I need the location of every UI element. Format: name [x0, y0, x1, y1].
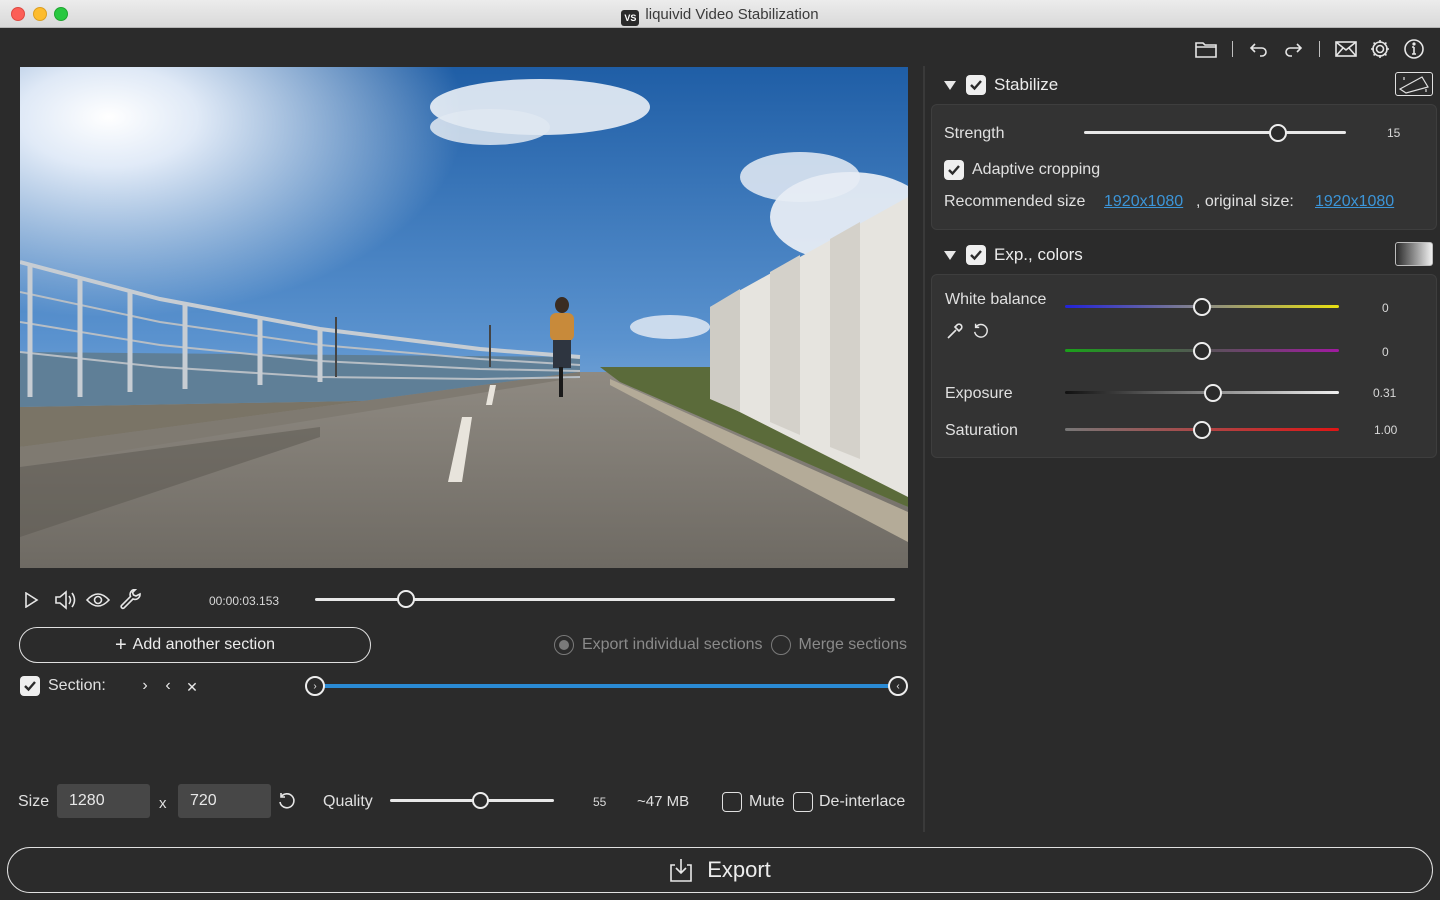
deinterlace-label: De-interlace: [819, 793, 906, 810]
undo-icon[interactable]: [1247, 37, 1271, 61]
section-checkbox[interactable]: [20, 676, 40, 696]
export-mode-group: Export individual sections Merge section…: [553, 635, 908, 655]
merge-sections-radio[interactable]: [770, 635, 791, 655]
original-size-link[interactable]: 1920x1080: [1315, 193, 1394, 211]
section-start-handle[interactable]: ›: [305, 676, 325, 696]
quality-label: Quality: [323, 793, 373, 810]
saturation-value: 1.00: [1374, 423, 1398, 437]
video-preview[interactable]: [20, 67, 908, 568]
exposure-value: 0.31: [1373, 386, 1397, 400]
recommended-size-label: Recommended size: [944, 193, 1086, 210]
eye-icon[interactable]: [86, 588, 110, 612]
reset-size-icon[interactable]: [277, 791, 299, 813]
width-input[interactable]: [57, 784, 150, 818]
info-icon[interactable]: [1402, 37, 1426, 61]
wb-blue-yellow-value: 0: [1382, 301, 1389, 315]
colors-header[interactable]: Exp., colors: [944, 245, 1083, 265]
add-section-label: Add another section: [132, 636, 275, 653]
saturation-thumb[interactable]: [1193, 421, 1211, 439]
section-label: Section:: [48, 677, 106, 694]
previous-section-icon[interactable]: ‹: [160, 677, 176, 695]
video-frame-image: [20, 67, 908, 568]
merge-sections-label: Merge sections: [798, 636, 908, 653]
white-balance-label: White balance: [945, 291, 1047, 308]
radio-dot: [558, 640, 569, 650]
recommended-size-link[interactable]: 1920x1080: [1104, 193, 1183, 211]
strength-thumb[interactable]: [1268, 124, 1287, 142]
adaptive-cropping-label: Adaptive cropping: [972, 161, 1101, 178]
colors-checkbox[interactable]: [966, 245, 986, 265]
window-title-text: liquivid Video Stabilization: [645, 6, 819, 23]
quality-value: 55: [593, 795, 607, 809]
remove-section-icon[interactable]: ✕: [184, 679, 200, 696]
mail-icon[interactable]: [1334, 37, 1358, 61]
gear-icon[interactable]: [1368, 37, 1392, 61]
play-icon[interactable]: [19, 588, 43, 612]
size-separator: x: [159, 795, 167, 812]
deinterlace-checkbox[interactable]: [793, 792, 813, 812]
export-button[interactable]: Export: [7, 847, 1433, 893]
section-end-handle[interactable]: ‹: [888, 676, 908, 696]
next-section-icon[interactable]: ›: [137, 677, 153, 695]
toolbar-separator: [1319, 41, 1320, 57]
strength-track[interactable]: [1084, 131, 1346, 134]
wrench-icon[interactable]: [119, 588, 143, 612]
height-input[interactable]: [178, 784, 271, 818]
mute-checkbox[interactable]: [722, 792, 742, 812]
saturation-label: Saturation: [945, 422, 1018, 439]
wb-green-magenta-thumb[interactable]: [1193, 342, 1211, 360]
panel-divider[interactable]: [923, 66, 925, 832]
adaptive-cropping-checkbox[interactable]: [944, 160, 964, 180]
toolbar-separator: [1232, 41, 1233, 57]
folder-icon[interactable]: [1194, 37, 1218, 61]
colors-preview-icon[interactable]: [1395, 242, 1433, 266]
section-row: Section:: [20, 676, 106, 696]
colors-title: Exp., colors: [994, 245, 1083, 264]
exposure-label: Exposure: [945, 385, 1013, 402]
timecode: 00:00:03.153: [209, 594, 280, 608]
collapse-triangle-icon[interactable]: [944, 80, 956, 90]
size-label: Size: [18, 793, 50, 810]
stabilize-title: Stabilize: [994, 75, 1059, 94]
quality-thumb[interactable]: [471, 792, 489, 809]
export-individual-radio[interactable]: [553, 635, 574, 655]
stabilize-preview-icon[interactable]: [1395, 72, 1433, 96]
original-size-label: , original size:: [1196, 193, 1294, 210]
plus-icon: +: [114, 634, 127, 656]
eyedropper-icon[interactable]: [946, 322, 964, 345]
reset-white-balance-icon[interactable]: [972, 322, 990, 345]
app-icon: VS: [621, 10, 640, 26]
timeline-thumb[interactable]: [397, 590, 416, 608]
add-section-button[interactable]: + Add another section: [19, 627, 371, 663]
volume-icon[interactable]: [54, 588, 78, 612]
export-individual-label: Export individual sections: [581, 636, 763, 653]
wb-green-magenta-value: 0: [1382, 345, 1389, 359]
export-label: Export: [707, 857, 771, 882]
section-range-track[interactable]: [316, 684, 898, 688]
exposure-thumb[interactable]: [1203, 384, 1222, 402]
mute-label: Mute: [749, 793, 785, 810]
stabilize-header[interactable]: Stabilize: [944, 75, 1058, 95]
window-title: VS liquivid Video Stabilization: [0, 6, 1440, 26]
exposure-track[interactable]: [1065, 391, 1339, 394]
strength-label: Strength: [944, 125, 1005, 142]
stabilize-checkbox[interactable]: [966, 75, 986, 95]
redo-icon[interactable]: [1281, 37, 1305, 61]
export-icon: [670, 859, 693, 882]
collapse-triangle-icon[interactable]: [944, 250, 956, 260]
size-estimate: ~47 MB: [637, 793, 690, 810]
wb-blue-yellow-thumb[interactable]: [1193, 298, 1211, 316]
top-toolbar: [1194, 36, 1426, 62]
adaptive-cropping-row: Adaptive cropping: [944, 160, 1100, 180]
strength-value: 15: [1387, 126, 1401, 140]
title-bar: VS liquivid Video Stabilization: [0, 0, 1440, 28]
